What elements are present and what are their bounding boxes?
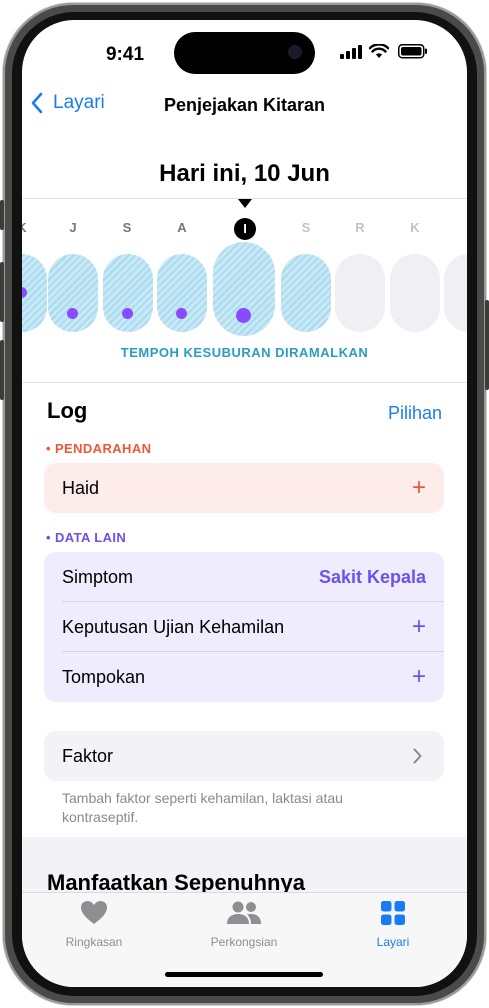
date-title: Hari ini, 10 Jun — [159, 160, 330, 187]
volume-down-button — [0, 340, 4, 400]
log-dot — [122, 308, 133, 319]
day-cell[interactable] — [157, 254, 207, 332]
tab-browse-label: Layari — [376, 935, 410, 949]
action-button — [0, 200, 4, 230]
spotting-row-label: Tompokan — [62, 667, 146, 687]
tab-browse[interactable]: Layari — [333, 900, 453, 949]
period-row-label: Haid — [62, 478, 100, 498]
chevron-right-icon — [413, 748, 422, 764]
bleeding-header-label: PENDARAHAN — [54, 441, 152, 456]
factors-label: Faktor — [62, 746, 114, 766]
pregnancy-test-row-label: Keputusan Ujian Kehamilan — [62, 617, 285, 637]
day-cell[interactable] — [48, 254, 98, 332]
day-cell-today[interactable] — [213, 242, 275, 336]
tab-summary[interactable]: Ringkasan — [34, 900, 154, 949]
day-cell[interactable] — [22, 254, 47, 332]
symptoms-value[interactable]: Sakit Kepala — [319, 567, 426, 588]
factors-note: Tambah faktor seperti kehamilan, laktasi… — [62, 790, 343, 825]
other-data-header: • DATA LAIN — [46, 530, 127, 545]
wifi-icon — [369, 44, 389, 58]
options-button[interactable]: Pilihan — [388, 403, 442, 424]
add-spotting-button[interactable]: + — [412, 665, 426, 689]
log-dot — [176, 308, 187, 319]
people-icon — [227, 901, 261, 924]
volume-up-button — [0, 262, 4, 322]
day-letter: K — [410, 220, 420, 235]
tab-sharing-label: Perkongsian — [210, 935, 278, 949]
status-time: 9:41 — [105, 44, 145, 65]
factors-row[interactable]: Faktor — [44, 731, 444, 781]
today-letter: I — [234, 218, 256, 240]
log-title: Log — [47, 398, 88, 423]
row-separator — [62, 651, 444, 652]
day-letter: A — [177, 220, 187, 235]
other-data-header-label: DATA LAIN — [54, 530, 127, 545]
nav-title: Penjejakan Kitaran — [163, 95, 326, 115]
camera-icon — [288, 45, 302, 59]
day-letter: R — [355, 220, 365, 235]
day-cell[interactable] — [281, 254, 331, 332]
add-period-button[interactable]: + — [412, 476, 426, 500]
fertile-window-label: TEMPOH KESUBURAN DIRAMALKAN — [120, 345, 369, 360]
day-cell[interactable] — [390, 254, 440, 332]
tab-summary-label: Ringkasan — [65, 935, 123, 949]
day-cell[interactable] — [103, 254, 153, 332]
log-dot — [236, 308, 251, 323]
grid-icon — [381, 901, 405, 925]
day-letter: J — [69, 220, 77, 235]
row-separator — [62, 601, 444, 602]
add-pregnancy-test-button[interactable]: + — [412, 615, 426, 639]
heart-icon — [81, 901, 107, 924]
signal-icon — [340, 45, 362, 59]
divider — [22, 382, 467, 383]
other-data-card: Simptom Sakit Kepala Keputusan Ujian Keh… — [44, 552, 444, 702]
home-indicator[interactable] — [165, 972, 323, 977]
tab-sharing[interactable]: Perkongsian — [184, 900, 304, 949]
log-dot — [22, 287, 27, 298]
battery-icon — [398, 44, 427, 59]
day-cell[interactable] — [444, 254, 467, 332]
today-indicator-arrow — [238, 199, 252, 208]
day-letter: K — [22, 220, 37, 235]
side-button — [485, 300, 489, 390]
log-dot — [67, 308, 78, 319]
symptoms-row-label: Simptom — [62, 567, 134, 587]
day-cell[interactable] — [335, 254, 385, 332]
bleeding-header: • PENDARAHAN — [46, 441, 152, 456]
day-letter: S — [122, 220, 132, 235]
bleeding-card: Haid + — [44, 463, 444, 513]
day-letter: S — [301, 220, 311, 235]
screen: 9:41 Layari Penjejakan Kitaran Hari ini,… — [22, 20, 467, 987]
